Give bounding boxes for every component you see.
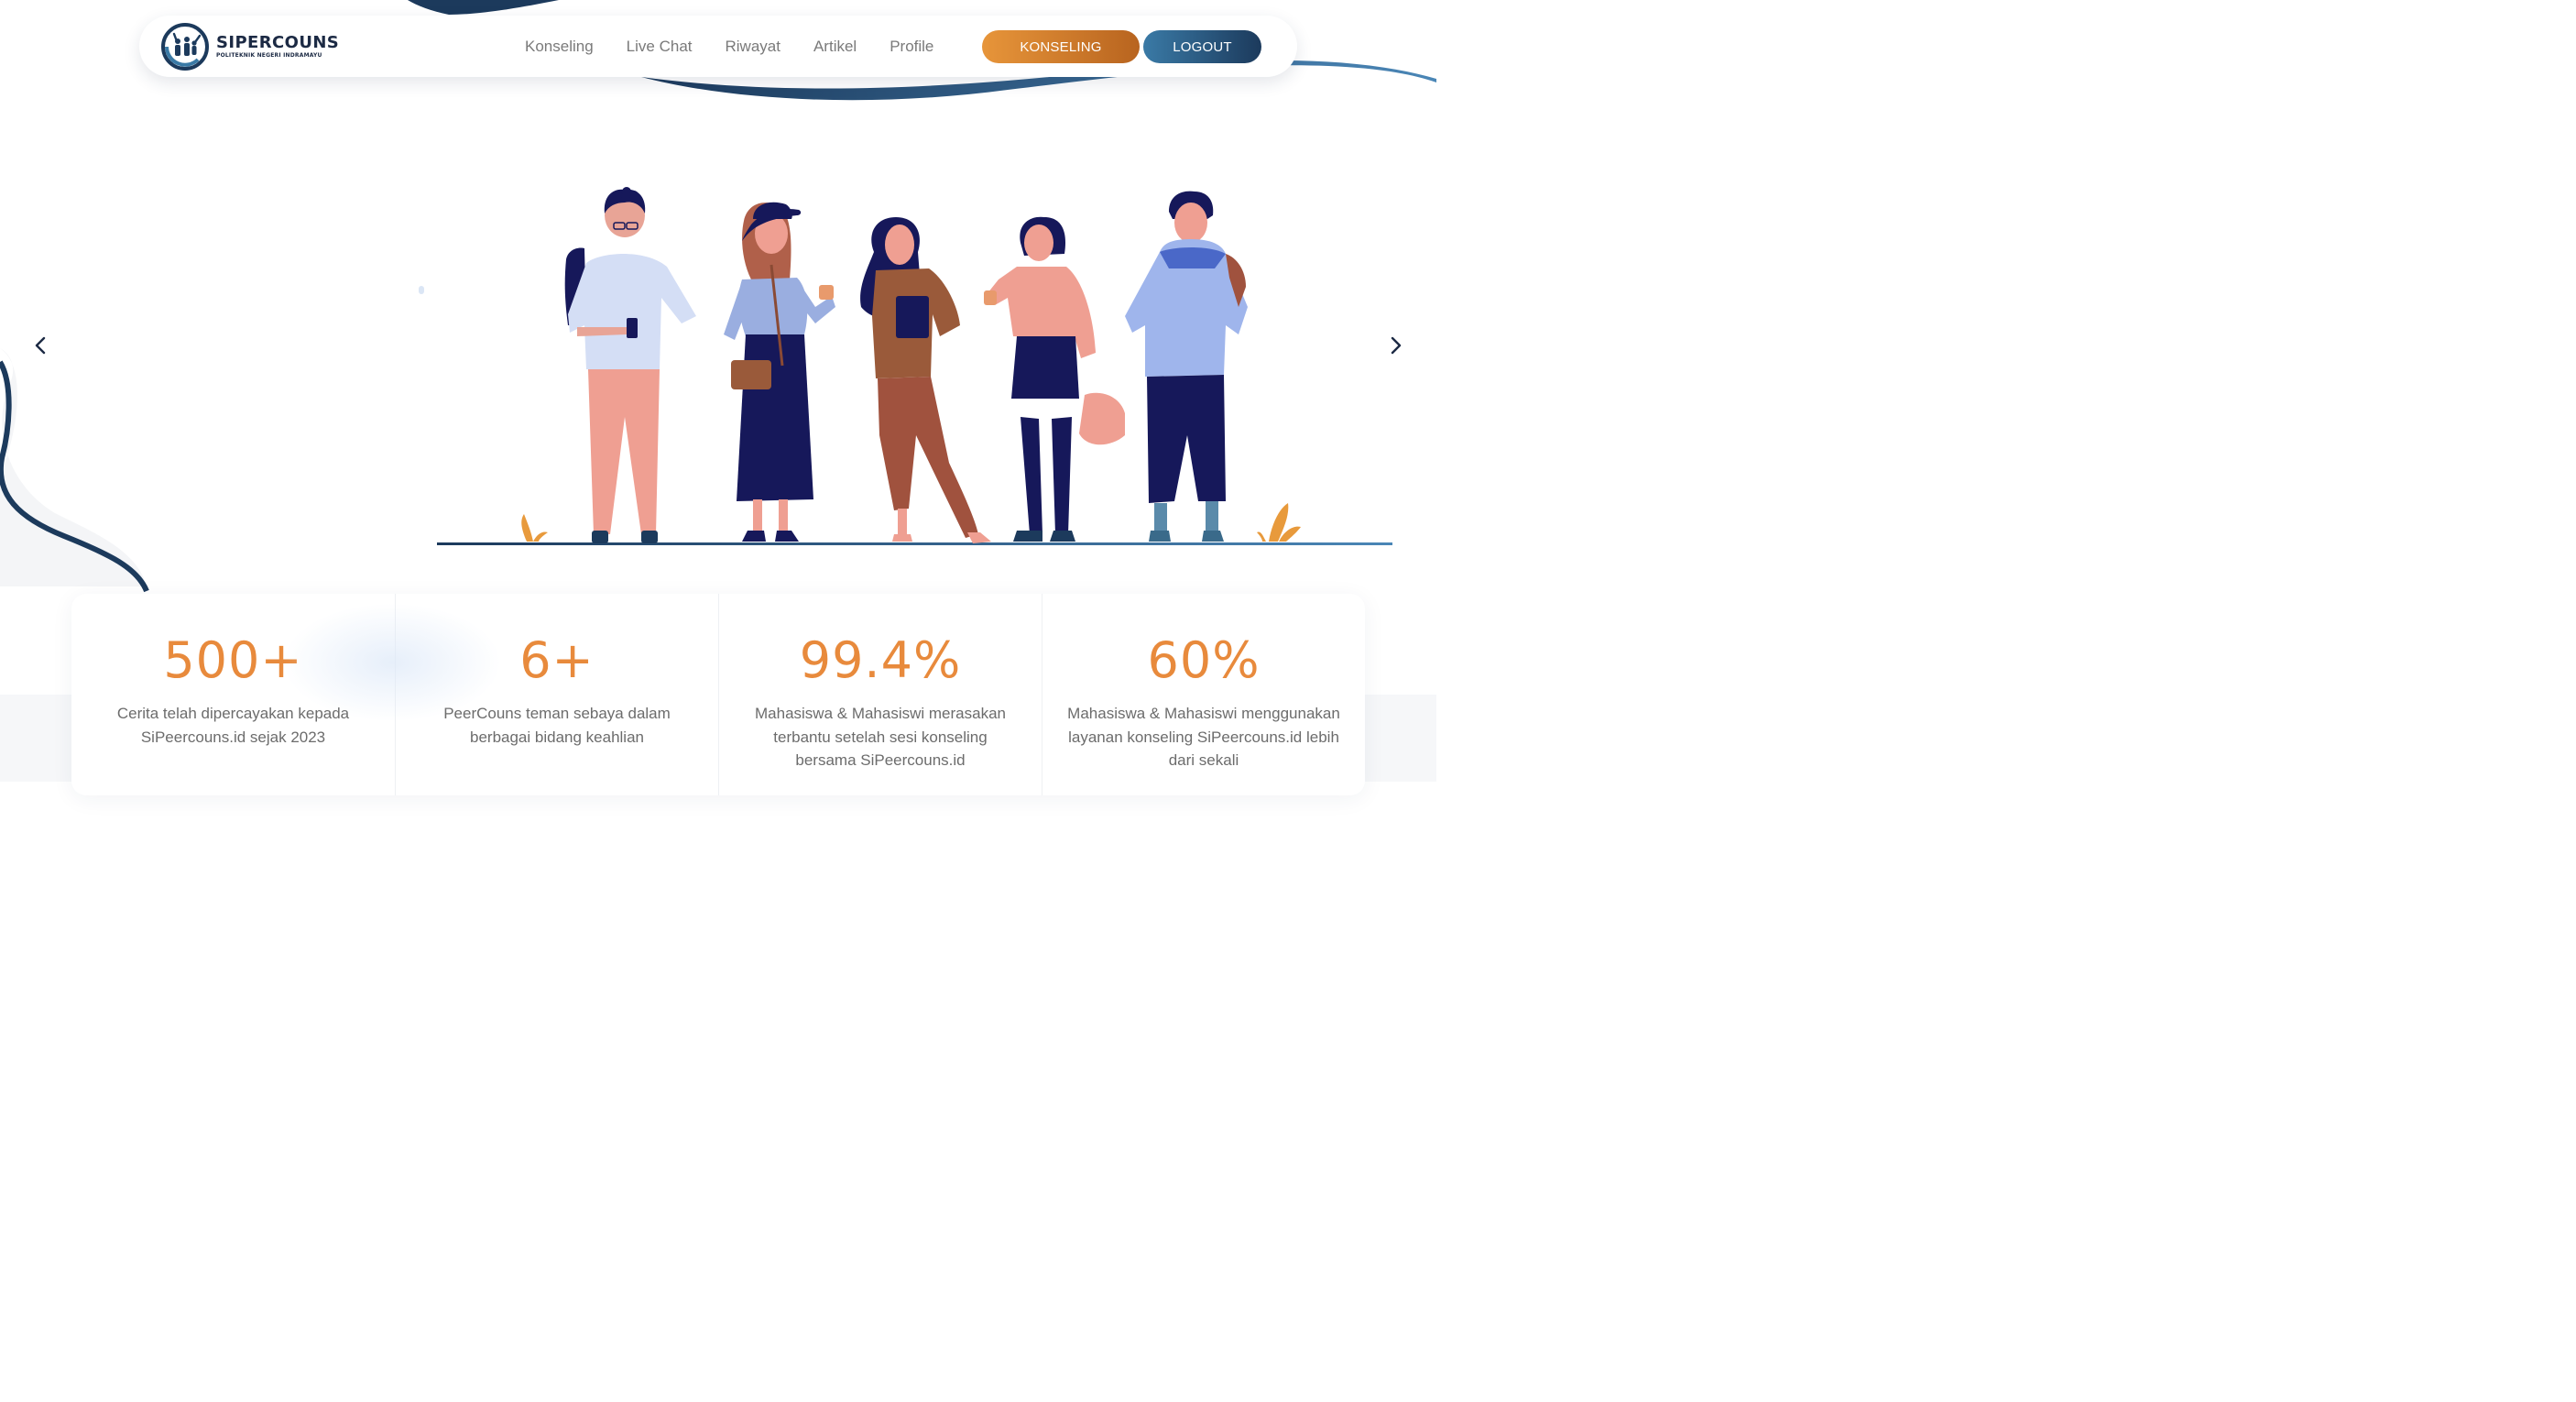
stat-helped: 99.4% Mahasiswa & Mahasiswi merasakan te… bbox=[718, 594, 1042, 795]
stat-value: 6+ bbox=[519, 631, 595, 689]
stat-returning: 60% Mahasiswa & Mahasiswi menggunakan la… bbox=[1042, 594, 1365, 795]
stat-description: Mahasiswa & Mahasiswi menggunakan layana… bbox=[1067, 705, 1340, 769]
brand-subtitle: POLITEKNIK NEGERI INDRAMAYU bbox=[216, 52, 322, 59]
brand-title: SIPERCOUNS bbox=[216, 33, 340, 52]
stat-peercouns: 6+ PeerCouns teman sebaya dalam berbagai… bbox=[395, 594, 718, 795]
nav-link-profile[interactable]: Profile bbox=[890, 38, 933, 56]
logout-button[interactable]: LOGOUT bbox=[1143, 30, 1261, 63]
stat-description: Mahasiswa & Mahasiswi merasakan terbantu… bbox=[755, 705, 1006, 769]
nav-links: Konseling Live Chat Riwayat Artikel Prof… bbox=[525, 36, 933, 58]
person-2-figure bbox=[724, 202, 835, 542]
stat-value: 99.4% bbox=[799, 631, 962, 689]
stat-value: 500+ bbox=[163, 631, 303, 689]
person-3-figure bbox=[860, 217, 991, 543]
stat-description: PeerCouns teman sebaya dalam berbagai bi… bbox=[443, 705, 671, 746]
person-5-figure bbox=[1125, 191, 1248, 542]
brand[interactable]: SIPERCOUNS POLITEKNIK NEGERI INDRAMAYU bbox=[161, 23, 339, 71]
navbar: SIPERCOUNS POLITEKNIK NEGERI INDRAMAYU K… bbox=[139, 16, 1297, 77]
carousel-indicator[interactable] bbox=[419, 286, 424, 294]
stat-stories: 500+ Cerita telah dipercayakan kepada Si… bbox=[71, 594, 395, 795]
hero-illustration bbox=[437, 187, 1392, 545]
chevron-left-icon[interactable] bbox=[31, 335, 51, 356]
person-4-figure bbox=[984, 216, 1125, 542]
nav-link-artikel[interactable]: Artikel bbox=[813, 38, 857, 56]
chevron-right-icon[interactable] bbox=[1385, 335, 1405, 356]
nav-link-riwayat[interactable]: Riwayat bbox=[726, 38, 780, 56]
stats-card: 500+ Cerita telah dipercayakan kepada Si… bbox=[71, 594, 1365, 795]
konseling-button[interactable]: KONSELING bbox=[982, 30, 1140, 63]
nav-link-konseling[interactable]: Konseling bbox=[525, 38, 594, 56]
person-1-figure bbox=[564, 187, 696, 543]
stat-description: Cerita telah dipercayakan kepada SiPeerc… bbox=[116, 705, 350, 746]
stat-value: 60% bbox=[1147, 631, 1261, 689]
nav-link-live-chat[interactable]: Live Chat bbox=[627, 38, 693, 56]
family-hands-logo-icon bbox=[161, 23, 209, 71]
